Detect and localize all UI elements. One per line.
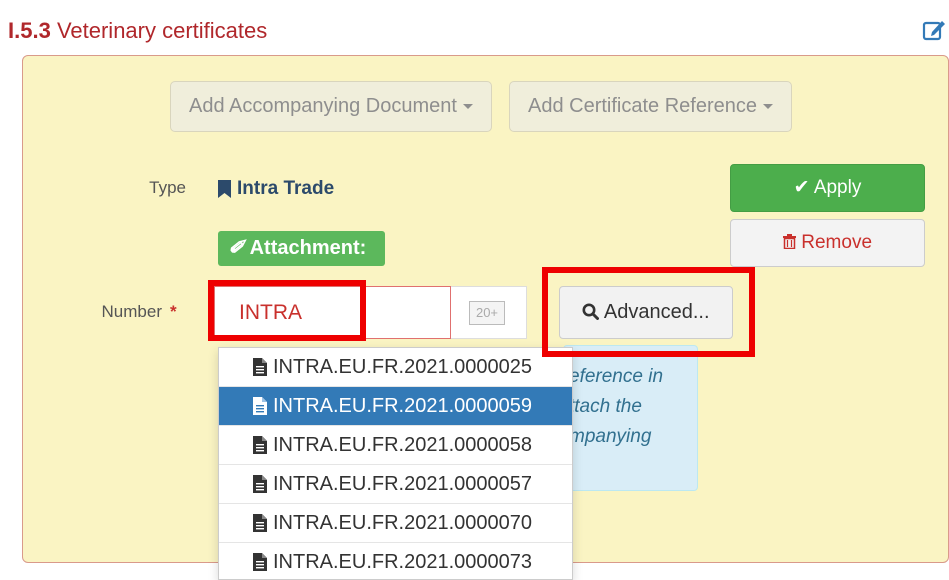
type-value-text: Intra Trade [237,178,335,199]
dropdown-item-label: INTRA.EU.FR.2021.0000025 [273,355,533,378]
section-title-text: Veterinary certificates [56,18,268,43]
dropdown-item[interactable]: INTRA.EU.FR.2021.0000070 [219,504,572,543]
apply-label: Apply [813,177,862,198]
dropdown-item[interactable]: INTRA.EU.FR.2021.0000073 [219,543,572,579]
check-icon: ✔ [793,177,810,198]
section-number: I.5.3 [8,18,51,43]
number-suggestions-dropdown: INTRA.EU.FR.2021.0000025 INTRA.EU.FR.2021… [218,347,573,580]
add-certificate-label: Add Certificate Reference [528,95,758,117]
add-document-label: Add Accompanying Document [189,95,457,117]
remove-button[interactable]: Remove [730,219,925,267]
advanced-label: Advanced... [603,301,710,323]
bookmark-icon [218,180,231,198]
search-icon [582,303,600,320]
add-certificate-reference-button[interactable]: Add Certificate Reference [509,81,793,132]
add-accompanying-document-button[interactable]: Add Accompanying Document [170,81,492,132]
paperclip-icon: ✐ [228,237,245,259]
attachment-label: Attachment: [249,237,367,259]
caret-down-icon [763,104,774,110]
dropdown-item-label: INTRA.EU.FR.2021.0000057 [273,472,533,495]
dropdown-item[interactable]: INTRA.EU.FR.2021.0000057 [219,465,572,504]
file-icon [253,514,267,532]
apply-button[interactable]: ✔ Apply [730,164,925,212]
results-count-badge: 20+ [469,301,505,325]
dropdown-item-label: INTRA.EU.FR.2021.0000059 [273,394,533,417]
trash-icon [782,234,796,250]
edit-icon[interactable] [922,18,946,42]
number-label-text: Number [101,302,162,321]
file-icon [253,358,267,376]
advanced-search-button[interactable]: Advanced... [559,286,733,339]
dropdown-item-label: INTRA.EU.FR.2021.0000073 [273,550,533,573]
results-count-addon: 20+ [451,286,527,339]
dropdown-item[interactable]: INTRA.EU.FR.2021.0000059 [219,387,572,426]
attachment-badge: ✐ Attachment: [218,231,385,266]
number-label: Number [90,302,162,322]
caret-down-icon [462,104,473,110]
file-icon [253,553,267,571]
type-label: Type [149,178,186,197]
required-asterisk: * [170,302,177,321]
dropdown-item-label: INTRA.EU.FR.2021.0000070 [273,511,533,534]
dropdown-item-label: INTRA.EU.FR.2021.0000058 [273,433,533,456]
type-value: Intra Trade [218,178,334,200]
file-icon [253,475,267,493]
section-title: I.5.3 Veterinary certificates [8,18,267,44]
file-icon [253,436,267,454]
dropdown-item[interactable]: INTRA.EU.FR.2021.0000058 [219,426,572,465]
info-message: eference in ttach the mpanying [563,345,698,491]
dropdown-item[interactable]: INTRA.EU.FR.2021.0000025 [219,348,572,387]
number-input[interactable]: INTRA [214,286,451,339]
remove-label: Remove [801,232,873,253]
file-icon [253,397,267,415]
